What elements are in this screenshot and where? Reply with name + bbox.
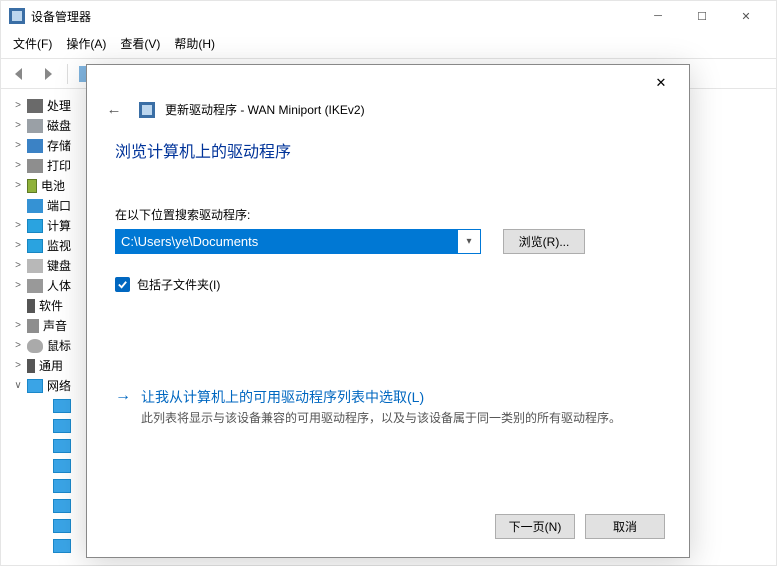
update-driver-dialog: ✕ ← 更新驱动程序 - WAN Miniport (IKEv2) 浏览计算机上… — [86, 64, 690, 558]
checkbox-checked-icon — [115, 277, 130, 292]
menu-view[interactable]: 查看(V) — [114, 33, 166, 54]
menu-help[interactable]: 帮助(H) — [168, 33, 221, 54]
include-subfolders-checkbox[interactable]: 包括子文件夹(I) — [115, 276, 663, 293]
arrow-right-icon: → — [115, 387, 131, 405]
pick-from-list-link[interactable]: → 让我从计算机上的可用驱动程序列表中选取(L) 此列表将显示与该设备兼容的可用… — [115, 387, 663, 426]
cancel-button[interactable]: 取消 — [585, 514, 665, 539]
include-subfolders-label: 包括子文件夹(I) — [137, 276, 220, 293]
path-combobox[interactable]: C:\Users\ye\Documents ▾ — [115, 229, 481, 254]
pick-from-list-sub: 此列表将显示与该设备兼容的可用驱动程序，以及与该设备属于同一类别的所有驱动程序。 — [141, 410, 621, 426]
devman-titlebar: 设备管理器 ─ ☐ ✕ — [1, 1, 776, 31]
nav-forward-button[interactable] — [35, 62, 61, 86]
nav-back-button[interactable] — [5, 62, 31, 86]
dialog-breadcrumb: ← 更新驱动程序 - WAN Miniport (IKEv2) — [87, 101, 689, 124]
dialog-close-button[interactable]: ✕ — [643, 68, 679, 98]
dialog-head-text: 更新驱动程序 - WAN Miniport (IKEv2) — [165, 101, 365, 118]
menu-file[interactable]: 文件(F) — [7, 33, 58, 54]
pick-from-list-title: 让我从计算机上的可用驱动程序列表中选取(L) — [141, 387, 621, 407]
dialog-back-button[interactable]: ← — [99, 101, 129, 118]
devman-title-text: 设备管理器 — [31, 8, 91, 25]
next-button[interactable]: 下一页(N) — [495, 514, 575, 539]
window-controls: ─ ☐ ✕ — [636, 2, 768, 30]
path-combobox-value[interactable]: C:\Users\ye\Documents — [116, 230, 458, 253]
chevron-down-icon[interactable]: ▾ — [458, 236, 480, 247]
dialog-title: 浏览计算机上的驱动程序 — [115, 138, 663, 162]
devman-app-icon — [9, 8, 25, 24]
driver-device-icon — [139, 102, 155, 118]
menubar: 文件(F) 操作(A) 查看(V) 帮助(H) — [1, 31, 776, 59]
search-location-label: 在以下位置搜索驱动程序: — [115, 206, 663, 223]
dialog-button-bar: 下一页(N) 取消 — [495, 514, 665, 539]
minimize-button[interactable]: ─ — [636, 2, 680, 30]
close-button[interactable]: ✕ — [724, 2, 768, 30]
maximize-button[interactable]: ☐ — [680, 2, 724, 30]
browse-button[interactable]: 浏览(R)... — [503, 229, 585, 254]
menu-action[interactable]: 操作(A) — [60, 33, 112, 54]
dialog-titlebar: ✕ — [87, 65, 689, 101]
